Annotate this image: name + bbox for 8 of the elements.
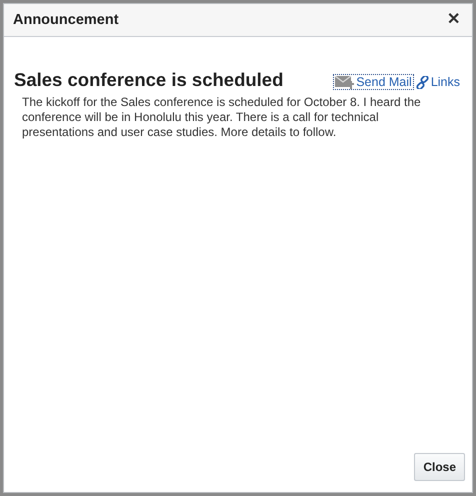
links-link[interactable]: Links [414, 74, 462, 90]
send-mail-link[interactable]: Send Mail [333, 74, 414, 90]
announcement-heading: Sales conference is scheduled [14, 69, 284, 91]
dialog-title: Announcement [13, 12, 119, 28]
chain-link-icon [416, 76, 429, 88]
envelope-icon [335, 76, 354, 88]
close-button[interactable]: Close [414, 453, 465, 481]
announcement-text: The kickoff for the Sales conference is scheduled for October 8. I heard the conference will be in Honolulu this year. There is a call for technical presentations and user case studies. More details to follow. [22, 95, 422, 140]
